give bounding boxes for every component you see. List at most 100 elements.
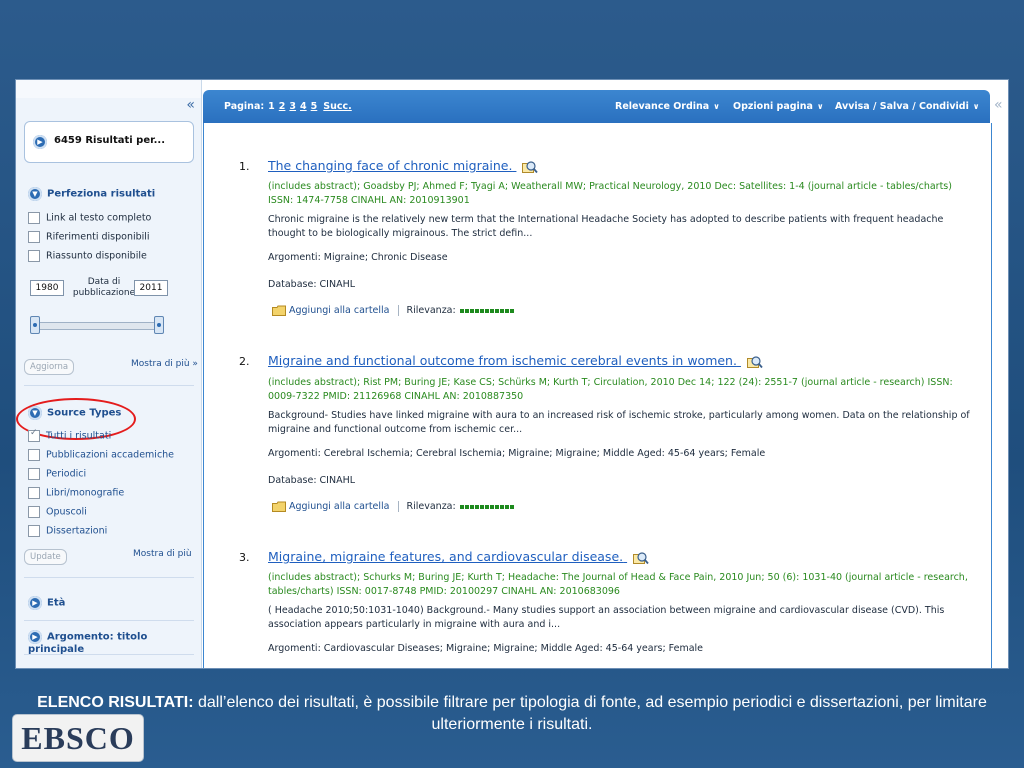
slider-handle-start[interactable] [30, 316, 40, 334]
result-abstract: Background- Studies have linked migraine… [268, 410, 970, 435]
next-page-link[interactable]: Succ. [323, 101, 351, 112]
update-button[interactable]: Aggiorna [24, 359, 75, 375]
page-link-4[interactable]: 4 [300, 101, 307, 112]
checkbox[interactable] [28, 212, 40, 224]
date-range-slider[interactable] [30, 322, 164, 330]
results-list: 1. The changing face of chronic migraine… [203, 123, 992, 668]
checkbox[interactable] [28, 468, 40, 480]
checkbox[interactable] [28, 449, 40, 461]
page-options-dropdown[interactable]: Opzioni pagina ∨ [733, 101, 823, 112]
chevron-down-icon: ▼ [28, 406, 42, 420]
sort-label: Relevance Ordina [615, 101, 710, 112]
result-number: 2. [239, 355, 250, 368]
result-title-link[interactable]: Migraine and functional outcome from isc… [268, 353, 763, 369]
checkbox[interactable] [28, 487, 40, 499]
share-label: Avvisa / Salva / Condividi [835, 101, 969, 112]
age-facet-header[interactable]: ▶ Età [28, 596, 65, 610]
divider [24, 620, 194, 621]
checkbox[interactable] [28, 525, 40, 537]
preview-magnifier-icon[interactable] [633, 551, 649, 565]
sort-dropdown[interactable]: Relevance Ordina ∨ [615, 101, 720, 112]
result-title-link[interactable]: The changing face of chronic migraine. [268, 158, 539, 174]
result-actions: Aggiungi alla cartella Rilevanza: [272, 501, 515, 512]
slider-handle-end[interactable] [154, 316, 164, 334]
divider [397, 305, 399, 316]
chevron-down-icon: ∨ [713, 102, 720, 111]
share-dropdown[interactable]: Avvisa / Salva / Condividi ∨ [835, 101, 979, 112]
app-frame: « ▶ 6459 Risultati per... ▼ Perfeziona ri… [15, 79, 1009, 669]
chevron-down-icon: ▼ [28, 187, 42, 201]
results-toolbar: Pagina: 1 2 3 4 5 Succ. Relevance Ordina ∨ Opzi… [203, 90, 990, 123]
page-options-label: Opzioni pagina [733, 101, 813, 112]
source-type-periodicals[interactable]: Periodici [28, 468, 86, 480]
checkbox[interactable] [28, 250, 40, 262]
folder-icon[interactable] [272, 501, 286, 512]
page-link-5[interactable]: 5 [311, 101, 318, 112]
source-type-all[interactable]: Tutti i risultati [28, 428, 111, 442]
preview-magnifier-icon[interactable] [746, 355, 763, 369]
date-label-line2: pubblicazione [72, 288, 136, 298]
year-to-input[interactable]: 2011 [134, 280, 168, 296]
refine-option-fulltext[interactable]: Link al testo completo [28, 212, 151, 224]
refine-results-header[interactable]: ▼ Perfeziona risultati [28, 187, 155, 201]
option-label: Pubblicazioni accademiche [46, 449, 175, 461]
result-abstract: Chronic migraine is the relatively new t… [268, 214, 944, 239]
pagination-label: Pagina: [224, 101, 265, 112]
caption-text: dall’elenco dei risultati, è possibile f… [193, 694, 987, 733]
result-actions: Aggiungi alla cartella Rilevanza: [272, 305, 515, 316]
show-more-source-link[interactable]: Mostra di più [133, 549, 192, 559]
result-database: Database: CINAHL [268, 279, 356, 290]
result-title-link[interactable]: Migraine, migraine features, and cardiov… [268, 549, 649, 565]
result-subjects: Argomenti: Cardiovascular Diseases; Migr… [268, 643, 704, 654]
update-button-source[interactable]: Update [24, 549, 67, 565]
result-subjects: Argomenti: Migraine; Chronic Disease [268, 252, 448, 263]
source-type-books[interactable]: Libri/monografie [28, 487, 124, 499]
result-title-text[interactable]: Migraine and functional outcome from isc… [268, 353, 737, 368]
result-subjects: Argomenti: Cerebral Ischemia; Cerebral I… [268, 448, 766, 459]
refine-option-references[interactable]: Riferimenti disponibili [28, 231, 150, 243]
show-more-link[interactable]: Mostra di più » [131, 359, 198, 369]
chevron-down-icon: ∨ [972, 102, 980, 111]
ebsco-logo: EBSCO [12, 714, 144, 762]
chevron-down-icon: ∨ [816, 102, 824, 111]
checkbox[interactable] [28, 506, 40, 518]
slide-caption: ELENCO RISULTATI: dall’elenco dei risult… [30, 692, 994, 736]
collapse-right-icon[interactable]: « [994, 98, 1003, 112]
source-type-dissertations[interactable]: Dissertazioni [28, 525, 107, 537]
source-types-header[interactable]: ▼ Source Types [28, 406, 121, 420]
result-title-text[interactable]: Migraine, migraine features, and cardiov… [268, 549, 623, 564]
option-label: Riassunto disponibile [46, 250, 147, 262]
relevance-label: Rilevanza: [406, 305, 456, 316]
chevron-right-icon: ▶ [28, 596, 42, 610]
refine-option-abstract[interactable]: Riassunto disponibile [28, 250, 147, 262]
page-link-3[interactable]: 3 [289, 101, 296, 112]
checkbox-checked[interactable] [28, 428, 40, 442]
source-type-academic[interactable]: Pubblicazioni accademiche [28, 449, 174, 461]
subject-facet-header[interactable]: ▶ Argomento: titolo principale [28, 630, 201, 656]
collapse-sidebar-icon[interactable]: « [186, 98, 195, 112]
relevance-bar [459, 501, 515, 512]
divider [24, 577, 194, 578]
result-citation: (includes abstract); Rist PM; Buring JE;… [268, 377, 953, 402]
page-link-2[interactable]: 2 [279, 101, 286, 112]
add-to-folder-link[interactable]: Aggiungi alla cartella [289, 501, 390, 512]
add-to-folder-link[interactable]: Aggiungi alla cartella [289, 305, 390, 316]
results-summary-box[interactable]: ▶ 6459 Risultati per... [24, 121, 194, 163]
checkbox[interactable] [28, 231, 40, 243]
year-from-input[interactable]: 1980 [30, 280, 64, 296]
age-facet-title: Età [47, 597, 66, 609]
result-citation: (includes abstract); Goadsby PJ; Ahmed F… [268, 181, 952, 206]
play-icon: ▶ [33, 135, 47, 149]
option-label: Periodici [46, 468, 87, 480]
pagination: Pagina: 1 2 3 4 5 Succ. [224, 101, 352, 112]
result-abstract: ( Headache 2010;50:1031-1040) Background… [268, 605, 945, 630]
option-label: Libri/monografie [46, 487, 125, 499]
relevance-label: Rilevanza: [406, 501, 456, 512]
source-type-pamphlets[interactable]: Opuscoli [28, 506, 87, 518]
divider [24, 654, 194, 655]
result-title-text[interactable]: The changing face of chronic migraine. [268, 158, 512, 173]
preview-magnifier-icon[interactable] [522, 160, 539, 174]
folder-icon[interactable] [272, 305, 286, 316]
caption-title: ELENCO RISULTATI: [37, 694, 194, 711]
result-database: Database: CINAHL [268, 475, 356, 486]
